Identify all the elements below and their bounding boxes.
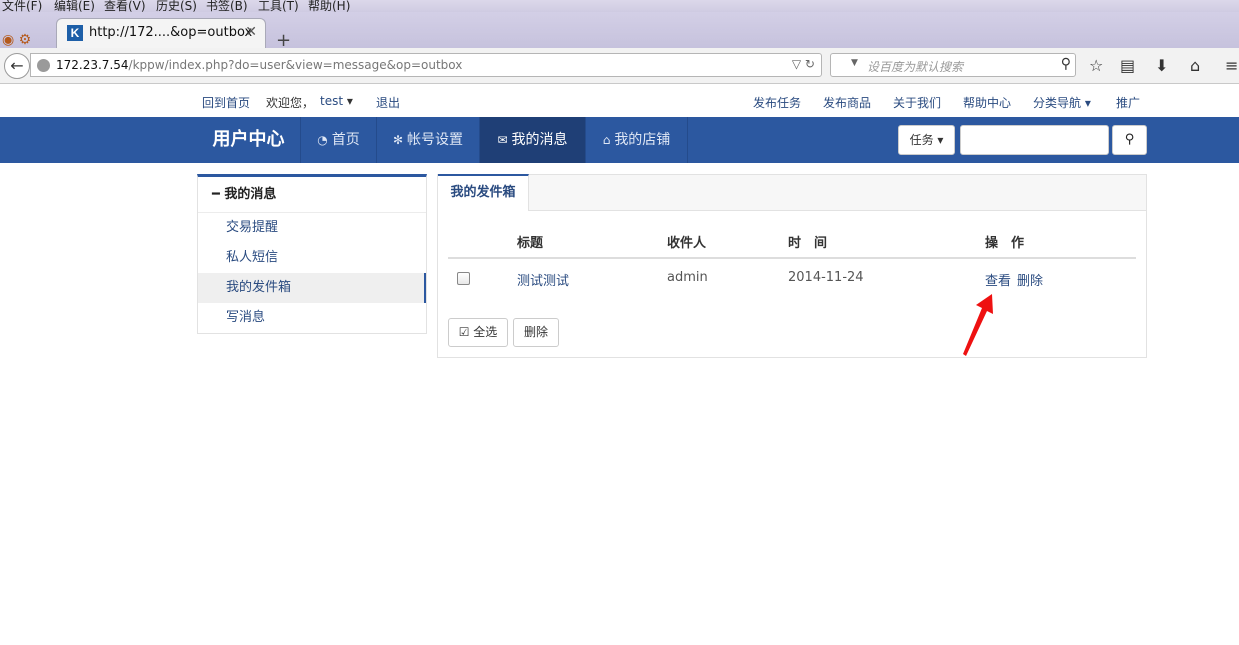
site-top-bar: 回到首页 欢迎您， test ▾ 退出 发布任务 发布商品 关于我们 帮助中心 … [0,86,1239,117]
recipient-cell: admin [667,270,708,285]
column-header-title: 标题 [517,236,544,251]
sidebar-item-trade-alerts[interactable]: 交易提醒 [198,213,426,243]
search-engine-dropdown-icon[interactable]: ▼ [851,58,858,68]
menu-view[interactable]: 查看(V) [104,0,146,12]
menu-icon[interactable]: ≡ [1225,56,1238,75]
delete-link[interactable]: 删除 [1017,270,1043,289]
publish-task-link[interactable]: 发布任务 [753,94,801,111]
view-link[interactable]: 查看 [985,270,1011,289]
outbox-panel: 我的发件箱 标题 收件人 时 间 操 作 测试测试 admin 2014-11-… [437,174,1147,358]
menu-edit[interactable]: 编辑(E) [54,0,95,12]
welcome-text: 欢迎您， [266,96,315,110]
envelope-icon: ✉ [497,133,508,147]
gears-icon: ✻ [392,133,404,147]
check-square-icon: ☑ [458,325,470,339]
about-us-link[interactable]: 关于我们 [893,94,941,111]
browser-toolbar: ← 172.23.7.54/kppw/index.php?do=user&vie… [0,48,1239,84]
close-tab-icon[interactable]: ✕ [245,24,257,40]
site-search-input[interactable] [960,125,1109,155]
menu-bookmarks[interactable]: 书签(B) [206,0,248,12]
search-placeholder: 设百度为默认搜索 [867,60,964,74]
favicon-icon: K [67,25,83,41]
nav-account-settings[interactable]: ✻ 帐号设置 [376,117,479,163]
browser-tab[interactable]: K http://172....&op=outbox ✕ [56,18,266,48]
username-dropdown[interactable]: test ▾ [320,94,353,108]
tab-title: http://172....&op=outbox [89,25,253,40]
search-icon[interactable]: ⚲ [1061,56,1071,72]
message-title-link[interactable]: 测试测试 [517,270,569,289]
reading-list-icon[interactable]: ▤ [1120,56,1135,75]
sidebar-header[interactable]: ━ 我的消息 [198,177,426,213]
logout-link[interactable]: 退出 [376,94,400,111]
sidebar-item-write-message[interactable]: 写消息 [198,303,426,333]
annotation-arrow-icon [963,294,993,356]
bookmark-star-icon[interactable]: ☆ [1089,56,1103,75]
nav-my-messages[interactable]: ✉ 我的消息 [479,117,585,163]
browser-search[interactable]: ▼ 设百度为默认搜索 ⚲ [830,53,1076,77]
sidebar-item-outbox[interactable]: 我的发件箱 [198,273,426,303]
brand-title[interactable]: 用户中心 [197,117,300,163]
row-checkbox[interactable] [457,272,470,285]
firefox-icon[interactable]: ◉ ⚙ [2,32,31,48]
message-sidebar: ━ 我的消息 交易提醒 私人短信 我的发件箱 写消息 [197,174,427,334]
time-cell: 2014-11-24 [788,270,864,285]
main-nav: 用户中心 ◔ 首页 ✻ 帐号设置 ✉ 我的消息 ⌂ 我的店铺 任务 ▾ ⚲ [0,117,1239,163]
search-icon: ⚲ [1124,132,1135,147]
download-icon[interactable]: ⬇ [1155,56,1168,75]
dashboard-icon: ◔ [317,133,328,147]
column-header-time: 时 间 [788,236,828,251]
menu-help[interactable]: 帮助(H) [308,0,350,12]
menu-file[interactable]: 文件(F) [2,0,42,12]
delete-button[interactable]: 删除 [513,318,559,347]
column-header-recipient: 收件人 [667,236,707,251]
sidebar-item-private-messages[interactable]: 私人短信 [198,243,426,273]
reload-icon[interactable]: ▽ ↻ [792,57,815,71]
tab-outbox[interactable]: 我的发件箱 [438,174,529,211]
category-nav-dropdown[interactable]: 分类导航 ▾ [1033,94,1091,111]
browser-tabstrip: ◉ ⚙ K http://172....&op=outbox ✕ + [0,12,1239,51]
nav-my-shop[interactable]: ⌂ 我的店铺 [585,117,688,163]
task-type-select[interactable]: 任务 ▾ [898,125,955,155]
back-icon[interactable]: ← [4,53,30,79]
browser-menubar: 文件(F) 编辑(E) 查看(V) 历史(S) 书签(B) 工具(T) 帮助(H… [0,0,1239,12]
publish-goods-link[interactable]: 发布商品 [823,94,871,111]
column-header-actions: 操 作 [985,236,1025,251]
home-icon: ⌂ [602,133,611,147]
url-bar[interactable]: 172.23.7.54/kppw/index.php?do=user&view=… [30,53,822,77]
home-link[interactable]: 回到首页 [202,94,250,111]
globe-icon [37,59,50,72]
home-icon[interactable]: ⌂ [1190,56,1200,75]
menu-tools[interactable]: 工具(T) [258,0,299,12]
select-all-button[interactable]: ☑ 全选 [448,318,508,347]
menu-history[interactable]: 历史(S) [156,0,197,12]
table-header-divider [448,257,1136,259]
site-search-button[interactable]: ⚲ [1112,125,1147,155]
help-center-link[interactable]: 帮助中心 [963,94,1011,111]
url-text: 172.23.7.54/kppw/index.php?do=user&view=… [56,58,463,72]
nav-home[interactable]: ◔ 首页 [300,117,376,163]
panel-tabbar: 我的发件箱 [438,174,1146,211]
promote-link[interactable]: 推广 [1116,94,1140,111]
